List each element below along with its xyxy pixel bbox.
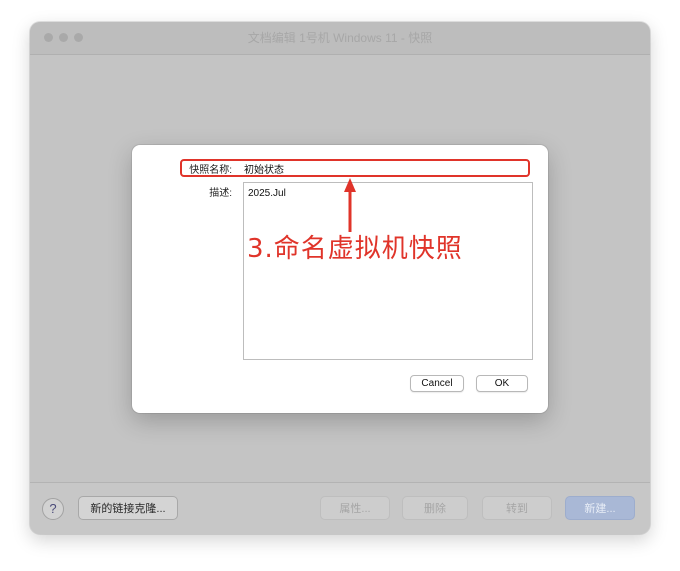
cancel-button[interactable]: Cancel: [410, 375, 464, 392]
help-button[interactable]: ?: [42, 498, 64, 520]
description-textarea[interactable]: 2025.Jul: [243, 182, 533, 360]
new-linked-clone-button[interactable]: 新的链接克隆...: [78, 496, 178, 520]
new-snapshot-button[interactable]: 新建...: [565, 496, 635, 520]
annotation-arrow-icon: [344, 178, 356, 232]
properties-button[interactable]: 属性...: [320, 496, 390, 520]
description-text: 2025.Jul: [248, 188, 286, 199]
window-title: 文档编辑 1号机 Windows 11 - 快照: [247, 31, 433, 45]
bottom-toolbar: ? 新的链接克隆... 属性... 删除 转到 新建...: [30, 482, 650, 534]
delete-button[interactable]: 删除: [402, 496, 468, 520]
goto-button[interactable]: 转到: [482, 496, 552, 520]
ok-button[interactable]: OK: [476, 375, 528, 392]
description-label: 描述:: [209, 188, 232, 199]
name-field-highlight-box: [180, 159, 530, 177]
step-annotation: 3.命名虚拟机快照: [247, 234, 463, 264]
title-bar: 文档编辑 1号机 Windows 11 - 快照: [30, 22, 650, 55]
